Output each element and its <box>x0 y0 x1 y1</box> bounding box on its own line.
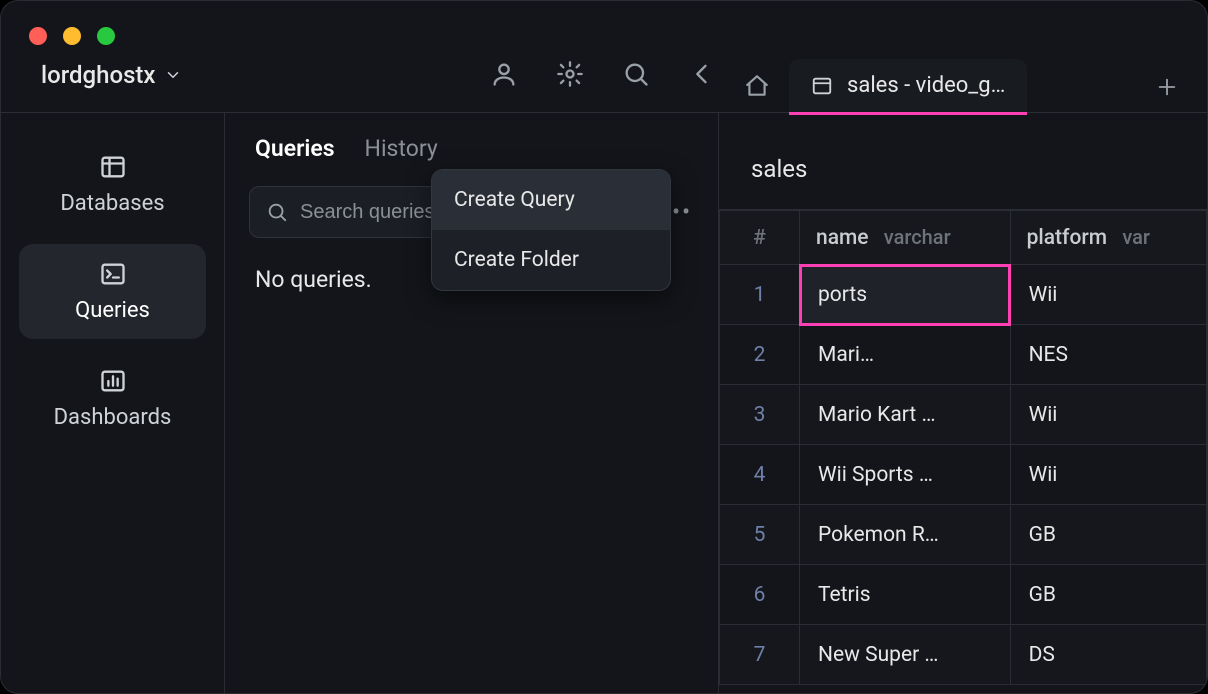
cell-name[interactable]: Wii Sports … <box>800 445 1011 505</box>
workspace-name: lordghostx <box>41 61 156 89</box>
account-button[interactable] <box>489 59 519 89</box>
cell-name[interactable]: New Super … <box>800 625 1011 685</box>
search-button[interactable] <box>621 59 651 89</box>
cell-platform[interactable]: GB <box>1010 505 1206 565</box>
maximize-window-button[interactable] <box>97 27 115 45</box>
row-number-cell[interactable]: 3 <box>720 385 800 445</box>
chevron-left-icon <box>688 60 716 88</box>
sidebar-item-queries[interactable]: Queries <box>19 244 206 339</box>
settings-button[interactable] <box>555 59 585 89</box>
home-tab[interactable] <box>725 59 789 115</box>
chart-icon <box>99 367 127 395</box>
cell-platform[interactable]: NES <box>1010 325 1206 385</box>
titlebar: lordghostx sales - video_g… <box>1 1 1207 113</box>
search-icon <box>266 201 288 223</box>
cell-platform[interactable]: Wii <box>1010 445 1206 505</box>
document-tabs: sales - video_g… <box>725 57 1195 115</box>
cell-platform[interactable]: Wii <box>1010 385 1206 445</box>
sidebar-item-databases[interactable]: Databases <box>19 137 206 232</box>
plus-icon <box>1156 76 1178 98</box>
cell-name[interactable]: Mari… <box>800 325 1011 385</box>
tab-history[interactable]: History <box>365 135 438 162</box>
table-row[interactable]: 2Mari…NES <box>720 325 1207 385</box>
database-icon <box>99 153 127 181</box>
sidebar-item-dashboards[interactable]: Dashboards <box>19 351 206 446</box>
gear-icon <box>556 60 584 88</box>
cell-platform[interactable]: DS <box>1010 625 1206 685</box>
row-number-cell[interactable]: 2 <box>720 325 800 385</box>
cell-name[interactable]: ports <box>800 265 1011 325</box>
table-icon <box>811 75 833 97</box>
back-button[interactable] <box>687 59 717 89</box>
table-row[interactable]: 5Pokemon R…GB <box>720 505 1207 565</box>
breadcrumb: sales <box>719 113 1207 209</box>
table-row[interactable]: 7New Super …DS <box>720 625 1207 685</box>
sidebar-item-label: Queries <box>75 298 150 323</box>
table-row[interactable]: 4Wii Sports …Wii <box>720 445 1207 505</box>
left-sidebar: Databases Queries Dashboards <box>1 113 225 693</box>
cell-platform[interactable]: GB <box>1010 565 1206 625</box>
minimize-window-button[interactable] <box>63 27 81 45</box>
cell-name[interactable]: Mario Kart … <box>800 385 1011 445</box>
sidebar-item-label: Dashboards <box>54 405 172 430</box>
row-number-cell[interactable]: 4 <box>720 445 800 505</box>
results-table: # name varchar platform var 1portsWii2Ma… <box>719 210 1207 685</box>
user-icon <box>490 60 518 88</box>
cell-name[interactable]: Tetris <box>800 565 1011 625</box>
close-window-button[interactable] <box>29 27 47 45</box>
row-number-cell[interactable]: 7 <box>720 625 800 685</box>
cell-platform[interactable]: Wii <box>1010 265 1206 325</box>
column-header-name[interactable]: name varchar <box>800 211 1011 265</box>
cell-name[interactable]: Pokemon R… <box>800 505 1011 565</box>
new-tab-button[interactable] <box>1139 59 1195 115</box>
row-number-cell[interactable]: 5 <box>720 505 800 565</box>
window-controls <box>29 27 115 45</box>
terminal-icon <box>99 260 127 288</box>
data-grid[interactable]: # name varchar platform var 1portsWii2Ma… <box>719 209 1207 693</box>
row-number-header[interactable]: # <box>720 211 800 265</box>
sidebar-item-label: Databases <box>60 191 164 216</box>
active-tab-label: sales - video_g… <box>847 73 1005 98</box>
tab-queries[interactable]: Queries <box>255 135 335 162</box>
workspace-selector[interactable]: lordghostx <box>41 61 182 89</box>
context-menu-create-query[interactable]: Create Query <box>432 170 670 230</box>
active-tab[interactable]: sales - video_g… <box>789 59 1027 115</box>
row-number-cell[interactable]: 6 <box>720 565 800 625</box>
chevron-down-icon <box>164 66 182 84</box>
top-toolbar <box>489 59 717 89</box>
context-menu: Create Query Create Folder <box>431 169 671 291</box>
column-header-platform[interactable]: platform var <box>1010 211 1206 265</box>
table-row[interactable]: 6TetrisGB <box>720 565 1207 625</box>
table-row[interactable]: 1portsWii <box>720 265 1207 325</box>
row-number-cell[interactable]: 1 <box>720 265 800 325</box>
table-row[interactable]: 3Mario Kart …Wii <box>720 385 1207 445</box>
app-window: lordghostx sales - video_g… <box>0 0 1208 694</box>
home-icon <box>744 73 770 99</box>
document-panel: sales # name varchar platform var <box>719 113 1207 693</box>
context-menu-create-folder[interactable]: Create Folder <box>432 230 670 290</box>
search-icon <box>622 60 650 88</box>
